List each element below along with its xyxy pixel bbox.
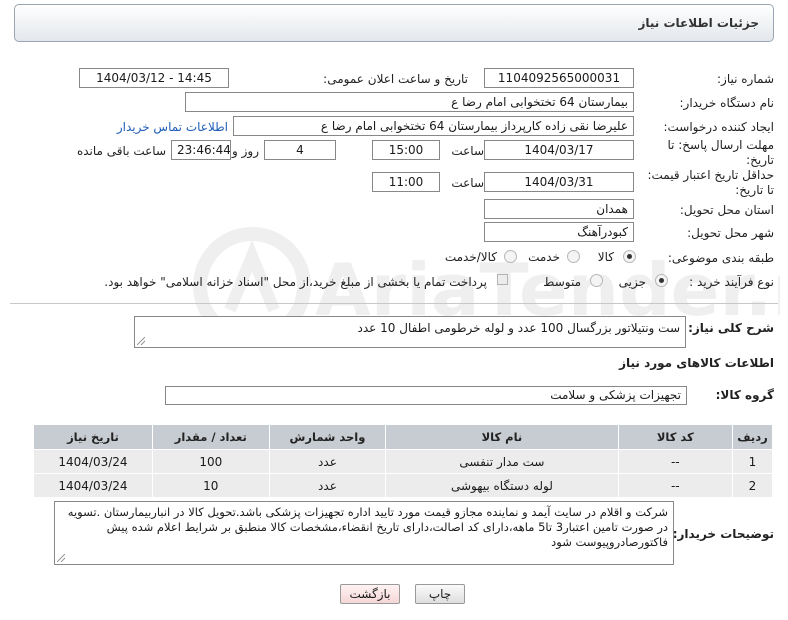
deadline-time-field: 15:00 (372, 140, 440, 160)
process-option-medium: متوسط (543, 275, 581, 289)
buyer-org-field: بیمارستان 64 تختخوابی امام رضا ع (185, 92, 634, 112)
resize-grip-icon[interactable] (137, 337, 145, 345)
buyer-notes-textarea[interactable]: شرکت و اقلام در سایت آیمد و نماینده مجاز… (54, 501, 674, 565)
days-remaining-field: 4 (264, 140, 336, 160)
item-need-date: 1404/03/24 (33, 449, 153, 474)
remaining-time-field: 23:46:44 (171, 140, 231, 160)
col-unit: واحد شمارش (268, 424, 387, 450)
deadline-label-2: تاریخ: (746, 153, 774, 167)
deadline-label: مهلت ارسال پاسخ: تا (667, 138, 774, 152)
description-label: شرح کلی نیاز: (688, 321, 774, 335)
validity-date-field: 1404/03/31 (484, 172, 634, 192)
section-divider (10, 303, 778, 304)
item-need-date: 1404/03/24 (33, 473, 153, 498)
page-title: جزئیات اطلاعات نیاز (638, 16, 759, 30)
category-option-service: خدمت (528, 250, 560, 264)
item-quantity: 10 (151, 473, 270, 498)
goods-group-label: گروه کالا: (715, 388, 774, 402)
col-quantity: تعداد / مقدار (151, 424, 270, 450)
category-radio-goods-service[interactable] (504, 250, 517, 263)
goods-table-header: ردیف کد کالا نام کالا واحد شمارش تعداد /… (33, 424, 773, 450)
city-label: شهر محل تحویل: (687, 226, 774, 240)
validity-time-label: ساعت (451, 176, 484, 190)
validity-label-2: تا تاریخ: (735, 183, 774, 197)
table-row: 2 -- لوله دستگاه بیهوشی عدد 10 1404/03/2… (33, 473, 773, 498)
back-button[interactable]: بازگشت (340, 584, 400, 604)
row-number: 1 (732, 449, 773, 474)
creator-field: علیرضا نقی زاده کارپرداز بیمارستان 64 تخ… (233, 116, 634, 136)
contact-info-link[interactable]: اطلاعات تماس خریدار (117, 120, 228, 134)
item-quantity: 100 (151, 449, 270, 474)
category-option-goods: کالا (597, 250, 614, 264)
remaining-time-label: ساعت باقی مانده (76, 144, 166, 158)
buyer-notes-text: شرکت و اقلام در سایت آیمد و نماینده مجاز… (67, 505, 668, 549)
buyer-org-label: نام دستگاه خریدار: (679, 96, 775, 110)
city-field: کبودرآهنگ (484, 222, 634, 242)
row-number: 2 (732, 473, 773, 498)
buyer-notes-label: توضیحات خریدار: (672, 527, 774, 541)
item-name: ست مدار تنفسی (385, 449, 619, 474)
category-radio-goods[interactable] (623, 250, 636, 263)
description-textarea[interactable]: ست ونتیلاتور بزرگسال 100 عدد و لوله خرطو… (134, 316, 686, 348)
validity-label: حداقل تاریخ اعتبار قیمت: (647, 168, 774, 182)
need-number-label: شماره نیاز: (717, 72, 774, 86)
item-unit: عدد (268, 449, 387, 474)
goods-section-title: اطلاعات کالاهای مورد نیاز (619, 356, 774, 370)
days-label: روز و (232, 144, 259, 158)
table-row: 1 -- ست مدار تنفسی عدد 100 1404/03/24 (33, 449, 773, 474)
item-unit: عدد (268, 473, 387, 498)
process-label: نوع فرآیند خرید : (689, 275, 774, 289)
treasury-payment-checkbox[interactable] (497, 274, 508, 285)
deadline-time-label: ساعت (451, 144, 484, 158)
category-label: طبقه بندی موضوعی: (667, 251, 774, 265)
validity-time-field: 11:00 (372, 172, 440, 192)
province-field: همدان (484, 199, 634, 219)
goods-group-field: تجهیزات پزشکی و سلامت (165, 386, 687, 405)
goods-table: ردیف کد کالا نام کالا واحد شمارش تعداد /… (33, 424, 773, 498)
announce-field: 1404/03/12 - 14:45 (79, 68, 229, 88)
col-row-number: ردیف (732, 424, 773, 450)
category-option-goods-service: کالا/خدمت (444, 250, 497, 264)
item-code: -- (617, 449, 734, 474)
announce-label: تاریخ و ساعت اعلان عمومی: (323, 72, 468, 86)
province-label: استان محل تحویل: (679, 203, 774, 217)
category-radio-service[interactable] (567, 250, 580, 263)
item-code: -- (617, 473, 734, 498)
process-radio-minor[interactable] (655, 274, 668, 287)
col-item-name: نام کالا (385, 424, 619, 450)
process-option-minor: جزیی (618, 275, 646, 289)
print-button[interactable]: چاپ (415, 584, 465, 604)
creator-label: ایجاد کننده درخواست: (663, 120, 774, 134)
description-text: ست ونتیلاتور بزرگسال 100 عدد و لوله خرطو… (357, 321, 681, 335)
item-name: لوله دستگاه بیهوشی (385, 473, 619, 498)
treasury-payment-note: پرداخت تمام یا بخشی از مبلغ خرید،از محل … (104, 275, 487, 289)
col-item-code: کد کالا (617, 424, 734, 450)
col-need-date: تاریخ نیاز (33, 424, 153, 450)
resize-grip-icon[interactable] (57, 554, 65, 562)
need-number-field: 1104092565000031 (484, 68, 634, 88)
page-header: جزئیات اطلاعات نیاز (14, 4, 774, 42)
process-radio-medium[interactable] (590, 274, 603, 287)
deadline-date-field: 1404/03/17 (484, 140, 634, 160)
